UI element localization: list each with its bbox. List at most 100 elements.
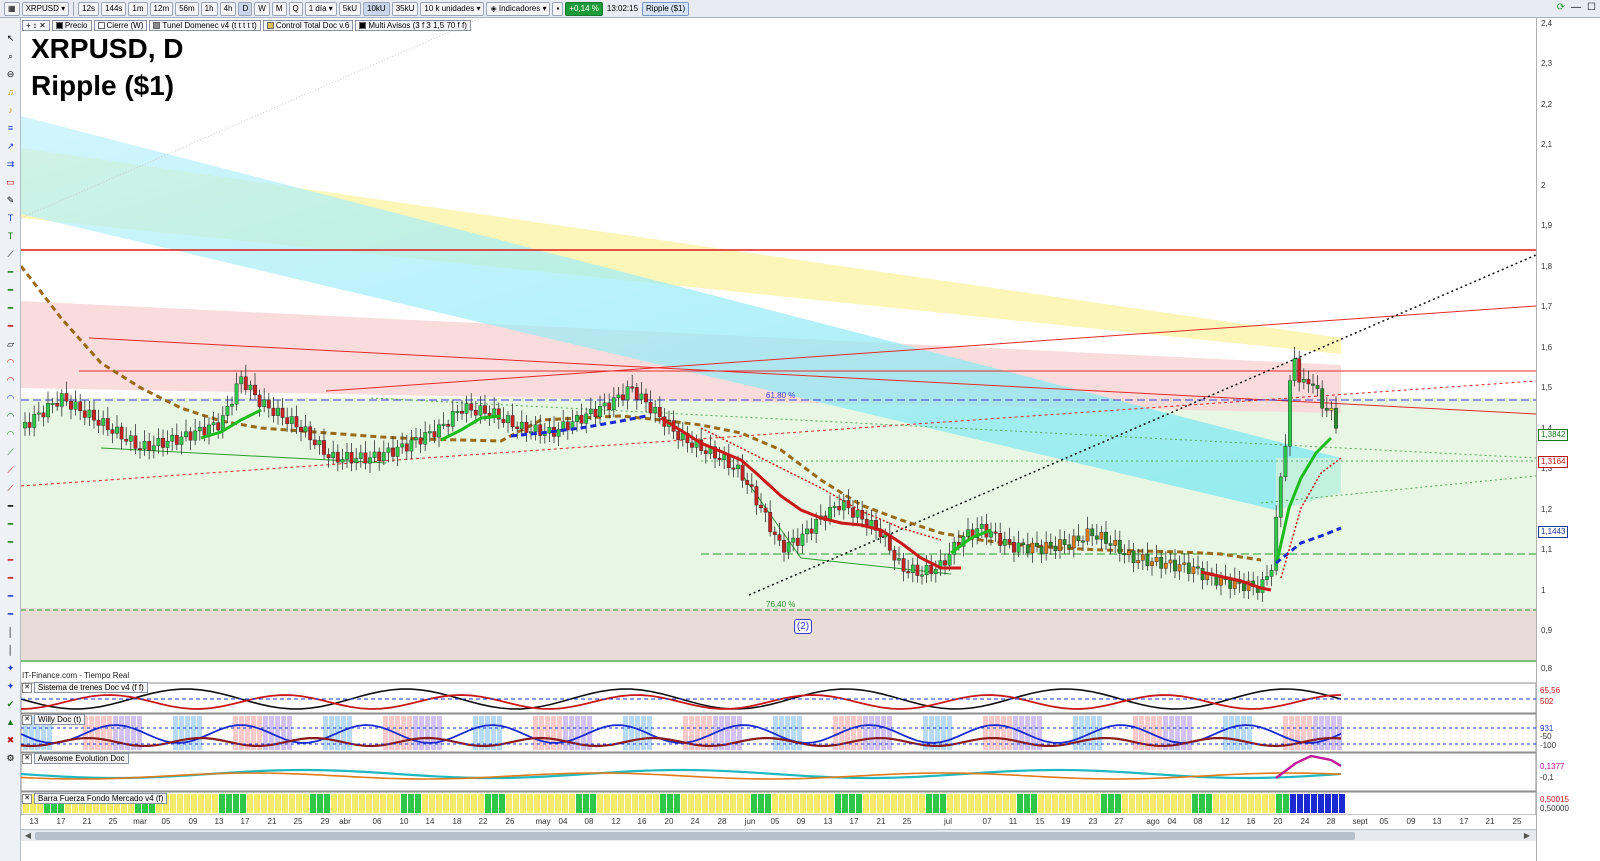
text-icon[interactable]: T <box>3 212 18 225</box>
candle <box>901 558 906 572</box>
horizontal-scrollbar[interactable]: ◀ ▶ <box>21 829 1536 841</box>
units-selector[interactable]: 10 k unidades ▾ <box>420 1 485 16</box>
ruler-icon[interactable]: ▱ <box>3 338 18 351</box>
timeframe-w[interactable]: W <box>254 1 270 16</box>
candle <box>202 426 207 436</box>
pen-icon[interactable]: ✎ <box>3 194 18 207</box>
hline-icon[interactable]: ━ <box>3 500 18 513</box>
hline-icon[interactable]: ━ <box>3 284 18 297</box>
window-maximize-icon[interactable]: ☐ <box>1587 2 1596 13</box>
time-axis-label: 25 <box>902 817 912 826</box>
pane-name[interactable]: Sistema de trenes Doc v4 (f f) <box>34 682 148 693</box>
vline-icon[interactable]: │ <box>3 626 18 639</box>
pane-name[interactable]: Barra Fuerza Fondo Mercado v4 (f) <box>34 793 168 804</box>
time-axis[interactable]: 13 17 21 25 mar 05 09 13 17 21 25 29 abr 06 10 14 18 22 26… <box>21 815 1536 827</box>
timeframe-12m[interactable]: 12m <box>149 1 174 16</box>
hline-icon[interactable]: ━ <box>3 266 18 279</box>
candle <box>225 406 230 416</box>
curve-icon[interactable]: ◠ <box>3 410 18 423</box>
strength-bar <box>1052 794 1058 813</box>
delete-icon[interactable]: ✖ <box>3 734 18 747</box>
timeframe-1h[interactable]: 1h <box>200 1 218 16</box>
parallel-icon[interactable]: ⇉ <box>3 158 18 171</box>
indicator-bar <box>1115 716 1120 750</box>
scroll-thumb[interactable] <box>35 832 1355 840</box>
candle <box>55 403 60 407</box>
bell-icon[interactable]: ♫ <box>3 86 18 99</box>
curve-icon[interactable]: ◠ <box>3 374 18 387</box>
symbol-selector[interactable]: XRPUSD ▾ <box>21 1 70 16</box>
thumb-up-icon[interactable]: ▲ <box>3 716 18 729</box>
hline-icon[interactable]: ━ <box>3 572 18 585</box>
curve-icon[interactable]: ◠ <box>3 428 18 441</box>
close-pane-icon[interactable]: ✕ <box>22 793 32 804</box>
trendline-icon[interactable]: ⟋ <box>3 248 18 261</box>
price-chart[interactable] <box>21 18 1536 815</box>
hline-icon[interactable]: ━ <box>3 536 18 549</box>
timeframe-d[interactable]: D <box>238 1 253 16</box>
candle <box>1030 542 1035 554</box>
timeframe-m[interactable]: M <box>271 1 287 16</box>
curve-icon[interactable]: ◠ <box>3 392 18 405</box>
volume-35ku[interactable]: 35kU <box>391 1 419 16</box>
text-note-icon[interactable]: T <box>3 230 18 243</box>
period-selector[interactable]: 1 día ▾ <box>304 1 337 16</box>
color-swatch-icon[interactable]: ▪ <box>552 1 564 16</box>
timeframe-4h[interactable]: 4h <box>219 1 237 16</box>
hline-icon[interactable]: ━ <box>3 608 18 621</box>
volume-10ku[interactable]: 10kU <box>363 1 390 16</box>
zoom-icon[interactable]: ⌕ <box>3 50 18 63</box>
hline-icon[interactable]: ━ <box>3 320 18 333</box>
strength-bar <box>1227 794 1233 813</box>
timeframe-q[interactable]: Q <box>288 1 303 16</box>
indicators-button[interactable]: ◈ Indicadores ▾ <box>486 1 551 16</box>
strength-bar <box>1080 794 1086 813</box>
hline-icon[interactable]: ━ <box>3 302 18 315</box>
timeframe-56m[interactable]: 56m <box>175 1 199 16</box>
arrow-line-icon[interactable]: ↗ <box>3 140 18 153</box>
trendline-icon[interactable]: ⟋ <box>3 464 18 477</box>
alert-icon[interactable]: ♪ <box>3 104 18 117</box>
rectangle-icon[interactable]: ▭ <box>3 176 18 189</box>
candle <box>759 504 763 509</box>
indicator-bar <box>1205 716 1210 750</box>
strength-bar <box>191 794 197 813</box>
window-minimize-icon[interactable]: — <box>1571 2 1581 13</box>
volume-5ku[interactable]: 5kU <box>338 1 362 16</box>
check-icon[interactable]: ✔ <box>3 698 18 711</box>
strength-bar <box>723 794 729 813</box>
chart-menu-icon[interactable]: ▦ <box>4 1 20 16</box>
star-icon[interactable]: ✦ <box>3 662 18 675</box>
candle <box>832 506 837 509</box>
hline-icon[interactable]: ━ <box>3 590 18 603</box>
timeframe-1m[interactable]: 1m <box>128 1 148 16</box>
elliott-wave-label[interactable]: (2) <box>794 619 812 634</box>
scroll-left-icon[interactable]: ◀ <box>23 831 33 841</box>
level-icon[interactable]: ≡ <box>3 122 18 135</box>
zoom-out-icon[interactable]: ⊖ <box>3 68 18 81</box>
indicator-bar <box>1295 716 1300 750</box>
close-pane-icon[interactable]: ✕ <box>22 682 32 693</box>
cursor-icon[interactable]: ↖ <box>3 32 18 45</box>
trendline-icon[interactable]: ⟋ <box>3 482 18 495</box>
chart-title: XRPUSD, D <box>31 33 184 64</box>
candle <box>524 421 529 433</box>
candle <box>1071 535 1076 549</box>
close-pane-icon[interactable]: ✕ <box>22 714 32 725</box>
scroll-right-icon[interactable]: ▶ <box>1522 831 1532 841</box>
trendline-icon[interactable]: ⟋ <box>3 446 18 459</box>
vline-icon[interactable]: │ <box>3 644 18 657</box>
candle <box>814 519 819 534</box>
close-pane-icon[interactable]: ✕ <box>22 753 32 764</box>
candle <box>745 480 750 485</box>
pane-name[interactable]: Awesome Evolution Doc <box>34 753 129 764</box>
timeframe-144s[interactable]: 144s <box>101 1 127 16</box>
refresh-icon[interactable]: ⟳ <box>1557 2 1565 13</box>
pane-name[interactable]: Willy Doc (t) <box>34 714 86 725</box>
hline-icon[interactable]: ━ <box>3 518 18 531</box>
star-icon[interactable]: ✦ <box>3 680 18 693</box>
curve-icon[interactable]: ◠ <box>3 356 18 369</box>
settings-icon[interactable]: ⚙ <box>3 752 18 765</box>
timeframe-12s[interactable]: 12s <box>78 1 100 16</box>
hline-icon[interactable]: ━ <box>3 554 18 567</box>
